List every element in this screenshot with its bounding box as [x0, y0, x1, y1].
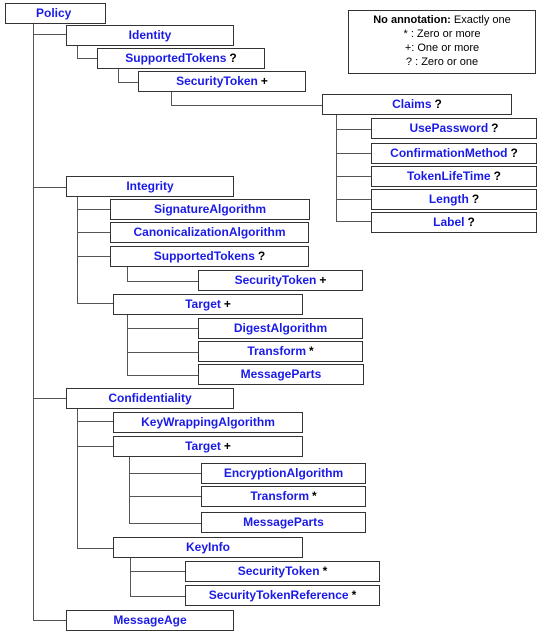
node-canonicalization-algorithm[interactable]: CanonicalizationAlgorithm — [110, 222, 309, 243]
legend: No annotation: Exactly one * : Zero or m… — [348, 10, 536, 74]
connector — [129, 473, 201, 474]
connector — [127, 352, 198, 353]
connector — [77, 421, 113, 422]
node-message-age[interactable]: MessageAge — [66, 610, 234, 631]
node-encryption-algorithm[interactable]: EncryptionAlgorithm — [201, 463, 366, 484]
node-token-lifetime[interactable]: TokenLifeTime? — [371, 166, 537, 187]
connector — [118, 82, 138, 83]
node-target[interactable]: Target + — [113, 294, 303, 315]
connector — [129, 496, 201, 497]
connector — [127, 328, 198, 329]
legend-line: No annotation: Exactly one — [373, 14, 511, 26]
connector — [33, 34, 66, 35]
node-transform[interactable]: Transform * — [201, 486, 366, 507]
node-integrity[interactable]: Integrity — [66, 176, 234, 197]
connector — [336, 176, 371, 177]
connector — [127, 375, 198, 376]
node-message-parts[interactable]: MessageParts — [201, 512, 366, 533]
node-security-token[interactable]: SecurityToken * — [185, 561, 380, 582]
connector — [33, 24, 34, 620]
connector — [336, 221, 371, 222]
connector — [77, 58, 97, 59]
connector — [127, 281, 198, 282]
connector — [336, 199, 371, 200]
connector — [77, 45, 78, 58]
connector — [130, 571, 185, 572]
connector — [336, 129, 371, 130]
node-label[interactable]: Label? — [371, 212, 537, 233]
legend-line: * : Zero or more — [403, 28, 481, 40]
connector — [171, 105, 322, 106]
connector — [130, 558, 131, 596]
node-claims[interactable]: Claims? — [322, 94, 512, 115]
connector — [129, 523, 201, 524]
connector — [77, 303, 113, 304]
node-key-wrapping-algorithm[interactable]: KeyWrappingAlgorithm — [113, 412, 303, 433]
connector — [77, 446, 113, 447]
connector — [77, 409, 78, 548]
node-confirmation-method[interactable]: ConfirmationMethod? — [371, 143, 537, 164]
connector — [33, 620, 66, 621]
connector — [33, 187, 66, 188]
connector — [130, 596, 185, 597]
connector — [127, 266, 128, 281]
connector — [118, 69, 119, 82]
legend-line: ? : Zero or one — [405, 56, 479, 68]
node-key-info[interactable]: KeyInfo — [113, 537, 303, 558]
connector — [77, 548, 113, 549]
node-security-token-reference[interactable]: SecurityTokenReference * — [185, 585, 380, 606]
connector — [336, 115, 337, 221]
node-supported-tokens[interactable]: SupportedTokens? — [97, 48, 265, 69]
connector — [77, 232, 110, 233]
node-transform[interactable]: Transform * — [198, 341, 363, 362]
node-security-token[interactable]: SecurityToken + — [198, 270, 363, 291]
connector — [77, 196, 78, 303]
node-policy[interactable]: Policy — [5, 3, 106, 24]
connector — [127, 313, 128, 375]
node-length[interactable]: Length? — [371, 189, 537, 210]
node-supported-tokens[interactable]: SupportedTokens? — [110, 246, 309, 267]
node-identity[interactable]: Identity — [66, 25, 234, 46]
node-target[interactable]: Target + — [113, 436, 303, 457]
connector — [171, 92, 172, 105]
connector — [77, 209, 110, 210]
node-security-token[interactable]: SecurityToken + — [138, 71, 306, 92]
node-message-parts[interactable]: MessageParts — [198, 364, 364, 385]
node-confidentiality[interactable]: Confidentiality — [66, 388, 234, 409]
node-use-password[interactable]: UsePassword? — [371, 118, 537, 139]
connector — [33, 398, 66, 399]
legend-line: +: One or more — [404, 42, 480, 54]
connector — [129, 456, 130, 523]
node-digest-algorithm[interactable]: DigestAlgorithm — [198, 318, 363, 339]
connector — [77, 256, 110, 257]
connector — [336, 153, 371, 154]
node-signature-algorithm[interactable]: SignatureAlgorithm — [110, 199, 310, 220]
